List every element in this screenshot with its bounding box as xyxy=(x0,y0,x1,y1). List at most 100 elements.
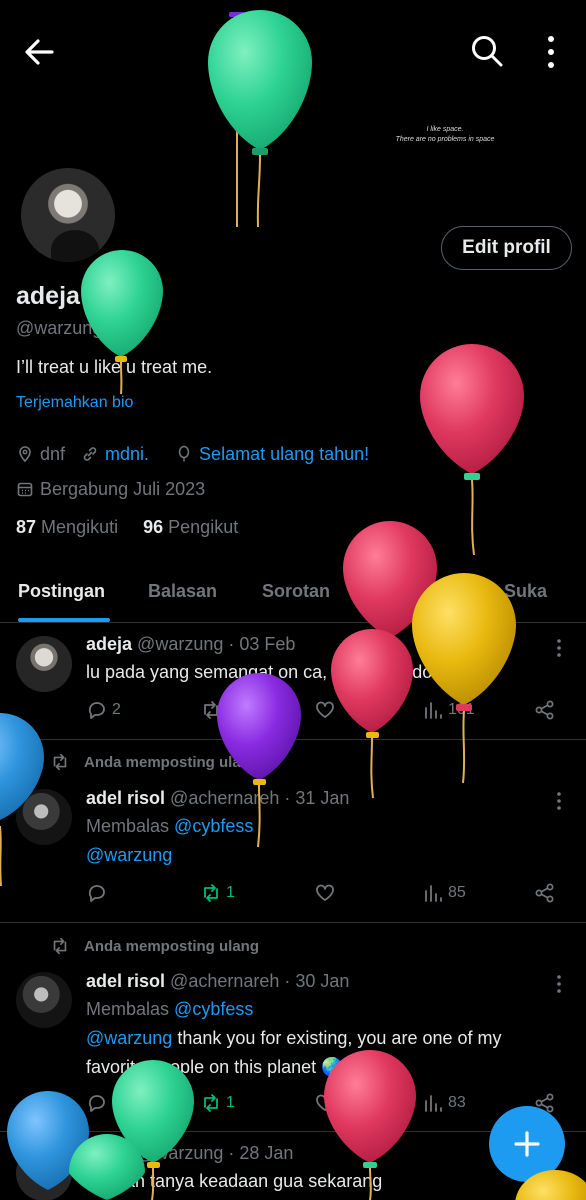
profile-handle: @warzung xyxy=(16,318,103,338)
calendar-icon xyxy=(17,482,33,497)
reply-icon xyxy=(88,702,105,719)
post-text: lu pada yang semangat on ca, bagi tutor … xyxy=(86,662,458,682)
more-vertical-icon[interactable] xyxy=(540,34,562,70)
list-item[interactable]: Anda memposting ulang adel risol @achern… xyxy=(0,924,586,1132)
post-author[interactable]: adeja xyxy=(86,1143,132,1163)
post-handle: @achernareh xyxy=(170,788,280,808)
reply-icon xyxy=(88,885,105,902)
top-bar xyxy=(0,0,586,110)
post-actions: 1 83 xyxy=(86,1092,566,1118)
post-header: adeja @warzung · 03 Feb xyxy=(86,634,295,655)
active-tab-indicator xyxy=(18,618,110,622)
more-vertical-icon[interactable] xyxy=(555,791,563,811)
mention-link[interactable]: @warzung xyxy=(86,1028,172,1048)
profile-meta-row: dnf mdni. Selamat ulang tahun! xyxy=(16,442,369,466)
repost-button[interactable] xyxy=(200,699,226,721)
edit-profile-button[interactable]: Edit profil xyxy=(441,226,572,270)
share-button[interactable] xyxy=(534,882,556,904)
view-count: 101 xyxy=(448,701,475,718)
repost-button[interactable]: 1 xyxy=(200,1092,235,1114)
plus-icon xyxy=(514,1131,540,1157)
repost-icon xyxy=(204,701,218,719)
repost-count: 1 xyxy=(226,884,235,901)
replying-to-link[interactable]: @cybfess xyxy=(174,999,253,1019)
post-author[interactable]: adel risol xyxy=(86,788,165,808)
avatar[interactable] xyxy=(16,972,72,1028)
repost-indicator: Anda memposting ulang xyxy=(50,936,259,956)
like-button[interactable] xyxy=(314,882,340,904)
replying-prefix: Membalas xyxy=(86,816,170,836)
avatar[interactable] xyxy=(16,1145,72,1200)
link-icon xyxy=(83,447,97,461)
replying-to-link[interactable]: @cybfess xyxy=(174,816,253,836)
tab-postingan[interactable]: Postingan xyxy=(18,581,105,602)
post-handle: @warzung xyxy=(137,1143,224,1163)
arrow-left-icon[interactable] xyxy=(22,36,58,68)
post-date: · 03 Feb xyxy=(228,634,296,654)
profile-location: dnf xyxy=(40,443,66,464)
like-button[interactable] xyxy=(314,1092,340,1114)
search-icon[interactable] xyxy=(470,34,504,68)
reply-count: 2 xyxy=(112,701,121,718)
followers-label: Pengikut xyxy=(168,517,239,537)
profile-joined-row: Bergabung Juli 2023 xyxy=(16,477,205,501)
post-date: · 30 Jan xyxy=(284,971,350,991)
repost-indicator: Anda memposting ulang xyxy=(50,752,259,772)
banner-caption: I like space. There are no problems in s… xyxy=(370,125,520,145)
repost-button[interactable]: 1 xyxy=(200,882,235,904)
profile-link[interactable]: mdni. xyxy=(105,444,149,465)
repost-label: Anda memposting ulang xyxy=(84,753,260,771)
like-button[interactable] xyxy=(314,699,340,721)
post-author[interactable]: adel risol xyxy=(86,971,165,991)
post-text: Membalas @cybfess @warzung thank you for… xyxy=(86,995,526,1082)
balloon-icon xyxy=(178,445,190,462)
views-chart-icon xyxy=(425,1095,442,1112)
heart-icon xyxy=(316,701,334,718)
compose-button[interactable] xyxy=(489,1106,565,1182)
share-icon xyxy=(535,883,554,903)
banner-line: I like space. xyxy=(426,126,464,133)
list-item[interactable]: adeja @warzung · 03 Feb lu pada yang sem… xyxy=(0,624,586,740)
reply-button[interactable] xyxy=(86,882,112,904)
tab-sorotan[interactable]: Sorotan xyxy=(262,581,330,602)
post-header: adeja @warzung · 28 Jan xyxy=(86,1143,293,1164)
post-date: · 31 Jan xyxy=(284,788,350,808)
replying-prefix: Membalas xyxy=(86,999,170,1019)
tab-media[interactable]: Media xyxy=(385,581,436,602)
post-header: adel risol @achernareh · 30 Jan xyxy=(86,971,349,992)
followers-link[interactable]: 96 Pengikut xyxy=(143,517,238,537)
following-link[interactable]: 87 Mengikuti xyxy=(16,517,118,537)
banner-line: There are no problems in space xyxy=(395,136,495,143)
avatar[interactable] xyxy=(16,636,72,692)
reply-icon xyxy=(88,1095,105,1112)
mention-link[interactable]: @warzung xyxy=(86,845,172,865)
followers-count: 96 xyxy=(143,517,164,537)
views-chart-icon xyxy=(425,885,442,902)
reply-button[interactable] xyxy=(86,1092,112,1114)
translate-bio-link[interactable]: Terjemahkan bio xyxy=(16,394,133,412)
views-button[interactable]: 85 xyxy=(422,882,466,904)
repost-label: Anda memposting ulang xyxy=(84,937,260,955)
more-vertical-icon[interactable] xyxy=(555,638,563,658)
profile-tabs: Postingan Balasan Sorotan Media Suka xyxy=(0,565,586,623)
profile-bio: I’ll treat u like u treat me. xyxy=(16,357,213,377)
profile-name: adeja xyxy=(16,282,80,310)
avatar[interactable] xyxy=(16,789,72,845)
view-count: 83 xyxy=(448,1094,466,1111)
post-author[interactable]: adeja xyxy=(86,634,132,654)
tab-balasan[interactable]: Balasan xyxy=(148,581,217,602)
following-count: 87 xyxy=(16,517,37,537)
reply-button[interactable]: 2 xyxy=(86,699,121,721)
list-item[interactable]: Anda memposting ulang adel risol @achern… xyxy=(0,741,586,923)
profile-avatar[interactable] xyxy=(18,165,118,265)
tab-suka[interactable]: Suka xyxy=(504,581,547,602)
post-text: Membalas @cybfess @warzung xyxy=(86,812,526,870)
views-button[interactable]: 101 xyxy=(422,699,475,721)
post-date: · 28 Jan xyxy=(228,1143,294,1163)
views-button[interactable]: 83 xyxy=(422,1092,466,1114)
post-actions: 2 101 xyxy=(86,699,566,725)
more-vertical-icon[interactable] xyxy=(555,974,563,994)
share-button[interactable] xyxy=(534,699,556,721)
profile-birthday[interactable]: Selamat ulang tahun! xyxy=(199,444,369,465)
repost-icon xyxy=(53,937,67,955)
